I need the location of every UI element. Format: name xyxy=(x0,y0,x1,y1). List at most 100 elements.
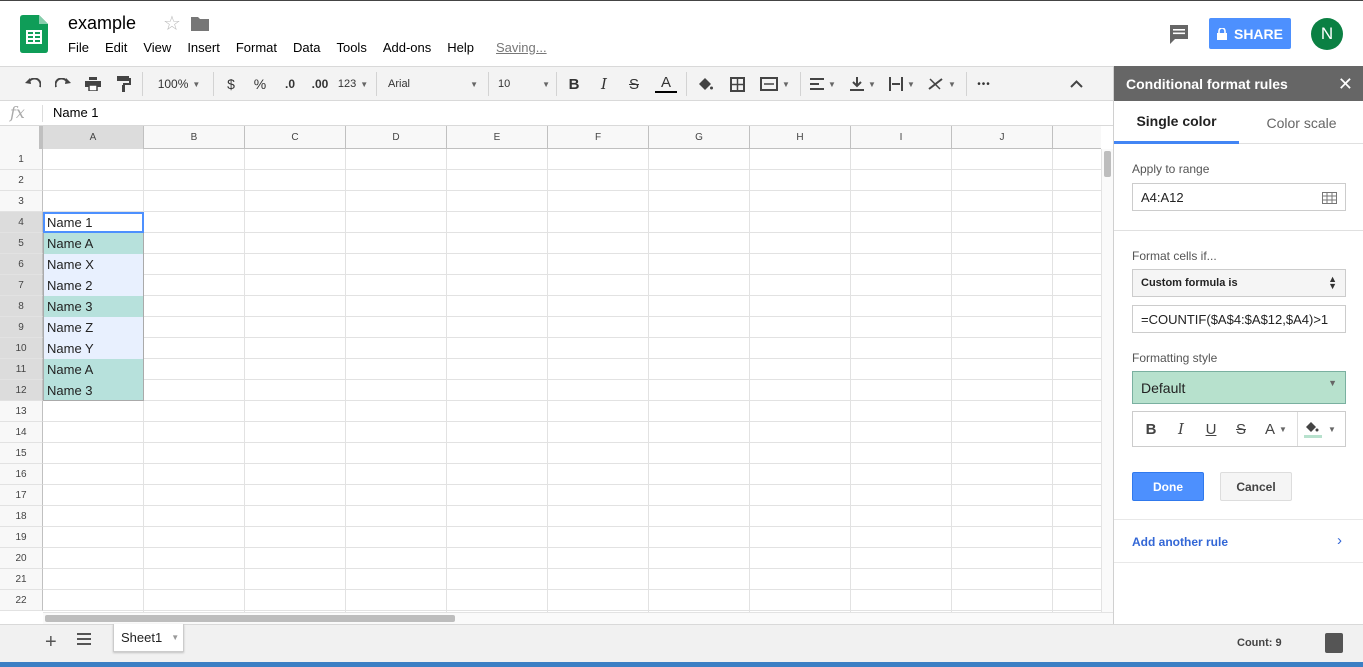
range-input[interactable]: A4:A12 xyxy=(1132,183,1346,211)
row-header-12[interactable]: 12 xyxy=(0,380,43,401)
column-header-h[interactable]: H xyxy=(750,126,851,149)
close-icon[interactable]: ✕ xyxy=(1338,74,1353,95)
column-header-e[interactable]: E xyxy=(447,126,548,149)
align-left-icon[interactable]: ▼ xyxy=(808,73,838,95)
bold-button[interactable]: B xyxy=(566,73,582,95)
select-all-corner[interactable] xyxy=(0,126,43,149)
fill-color-icon[interactable] xyxy=(695,73,715,95)
condition-select[interactable]: Custom formula is ▲ ▼ xyxy=(1132,269,1346,297)
tab-color-scale[interactable]: Color scale xyxy=(1239,101,1363,144)
tab-single-color[interactable]: Single color xyxy=(1114,101,1239,144)
menu-data[interactable]: Data xyxy=(293,40,320,55)
menu-tools[interactable]: Tools xyxy=(336,40,366,55)
style-italic-button[interactable]: I xyxy=(1173,419,1189,439)
select-range-icon[interactable] xyxy=(1322,192,1337,204)
menu-file[interactable]: File xyxy=(68,40,89,55)
add-another-rule[interactable]: Add another rule › xyxy=(1114,519,1363,563)
menu-help[interactable]: Help xyxy=(447,40,474,55)
row-header-10[interactable]: 10 xyxy=(0,338,43,359)
cell-a6[interactable]: Name X xyxy=(43,254,144,275)
style-strikethrough-button[interactable]: S xyxy=(1233,419,1249,439)
saving-status[interactable]: Saving... xyxy=(496,40,547,55)
font-select[interactable]: Arial ▼ xyxy=(388,73,478,95)
cell-a5[interactable]: Name A xyxy=(43,233,144,254)
column-header-j[interactable]: J xyxy=(952,126,1053,149)
text-rotation-icon[interactable]: ▼ xyxy=(926,73,958,95)
decrease-decimals-button[interactable]: .0 xyxy=(279,73,301,95)
style-text-color-button[interactable]: A ▼ xyxy=(1261,419,1291,439)
borders-icon[interactable] xyxy=(727,73,747,95)
all-sheets-list-icon[interactable] xyxy=(77,633,91,645)
collapse-toolbar-icon[interactable] xyxy=(1066,73,1086,95)
column-header-c[interactable]: C xyxy=(245,126,346,149)
column-header-g[interactable]: G xyxy=(649,126,750,149)
row-header-22[interactable]: 22 xyxy=(0,590,43,611)
add-sheet-button[interactable]: + xyxy=(45,631,57,654)
selection-count[interactable]: Count: 9 xyxy=(1237,637,1282,649)
spreadsheet-grid[interactable]: ABCDEFGHIJ 1 2 3 4 5 6 7 8 9 10 11 12 13 14 15 16 17 18 19… xyxy=(0,126,1101,612)
italic-button[interactable]: I xyxy=(596,73,612,95)
document-title[interactable]: example xyxy=(68,13,136,34)
star-icon[interactable]: ☆ xyxy=(163,11,181,36)
row-header-6[interactable]: 6 xyxy=(0,254,43,275)
folder-icon[interactable] xyxy=(191,16,209,31)
row-header-1[interactable]: 1 xyxy=(0,149,43,170)
row-header-17[interactable]: 17 xyxy=(0,485,43,506)
menu-view[interactable]: View xyxy=(143,40,171,55)
column-header-f[interactable]: F xyxy=(548,126,649,149)
style-bold-button[interactable]: B xyxy=(1143,419,1159,439)
row-header-9[interactable]: 9 xyxy=(0,317,43,338)
row-header-2[interactable]: 2 xyxy=(0,170,43,191)
column-header-a[interactable]: A xyxy=(43,126,144,149)
zoom-select[interactable]: 100% ▼ xyxy=(151,73,207,95)
row-header-15[interactable]: 15 xyxy=(0,443,43,464)
more-formats-button[interactable]: 123 ▼ xyxy=(338,73,368,95)
cancel-button[interactable]: Cancel xyxy=(1220,472,1292,501)
merge-cells-icon[interactable]: ▼ xyxy=(757,73,793,95)
cell-a9[interactable]: Name Z xyxy=(43,317,144,338)
row-header-20[interactable]: 20 xyxy=(0,548,43,569)
paint-format-icon[interactable] xyxy=(113,73,135,95)
column-header-i[interactable]: I xyxy=(851,126,952,149)
column-header-b[interactable]: B xyxy=(144,126,245,149)
horizontal-scroll-thumb[interactable] xyxy=(45,615,455,622)
row-header-14[interactable]: 14 xyxy=(0,422,43,443)
more-options-button[interactable]: ••• xyxy=(974,73,994,95)
formula-field[interactable]: =COUNTIF($A$4:$A$12,$A4)>1 xyxy=(1132,305,1346,333)
row-header-3[interactable]: 3 xyxy=(0,191,43,212)
formatting-style-select[interactable]: Default ▼ xyxy=(1132,371,1346,404)
horizontal-scrollbar[interactable] xyxy=(43,612,1113,624)
row-header-7[interactable]: 7 xyxy=(0,275,43,296)
row-header-16[interactable]: 16 xyxy=(0,464,43,485)
undo-icon[interactable] xyxy=(22,73,44,95)
sheets-logo-icon[interactable] xyxy=(20,15,48,53)
done-button[interactable]: Done xyxy=(1132,472,1204,501)
increase-decimals-button[interactable]: .00 xyxy=(308,73,332,95)
currency-button[interactable]: $ xyxy=(222,73,240,95)
print-icon[interactable] xyxy=(82,73,104,95)
vertical-scroll-thumb[interactable] xyxy=(1104,151,1111,177)
cell-a4[interactable]: Name 1 xyxy=(43,212,144,233)
cell-a11[interactable]: Name A xyxy=(43,359,144,380)
menu-insert[interactable]: Insert xyxy=(187,40,220,55)
font-size-select[interactable]: 10 ▼ xyxy=(498,73,550,95)
sheet-tab[interactable]: Sheet1 ▼ xyxy=(113,624,184,652)
percent-button[interactable]: % xyxy=(251,73,269,95)
cell-a8[interactable]: Name 3 xyxy=(43,296,144,317)
formula-input[interactable]: Name 1 xyxy=(53,105,99,120)
row-header-11[interactable]: 11 xyxy=(0,359,43,380)
vertical-scrollbar[interactable] xyxy=(1101,149,1113,612)
row-header-13[interactable]: 13 xyxy=(0,401,43,422)
explore-icon[interactable] xyxy=(1325,633,1343,653)
menu-addons[interactable]: Add-ons xyxy=(383,40,431,55)
chevron-down-icon[interactable]: ▼ xyxy=(171,633,179,642)
share-button[interactable]: SHARE xyxy=(1209,18,1291,49)
row-header-5[interactable]: 5 xyxy=(0,233,43,254)
vertical-align-icon[interactable]: ▼ xyxy=(848,73,878,95)
row-header-4[interactable]: 4 xyxy=(0,212,43,233)
cell-a7[interactable]: Name 2 xyxy=(43,275,144,296)
style-fill-color-button[interactable]: ▼ xyxy=(1303,419,1337,439)
row-header-18[interactable]: 18 xyxy=(0,506,43,527)
style-underline-button[interactable]: U xyxy=(1203,419,1219,439)
row-header-19[interactable]: 19 xyxy=(0,527,43,548)
